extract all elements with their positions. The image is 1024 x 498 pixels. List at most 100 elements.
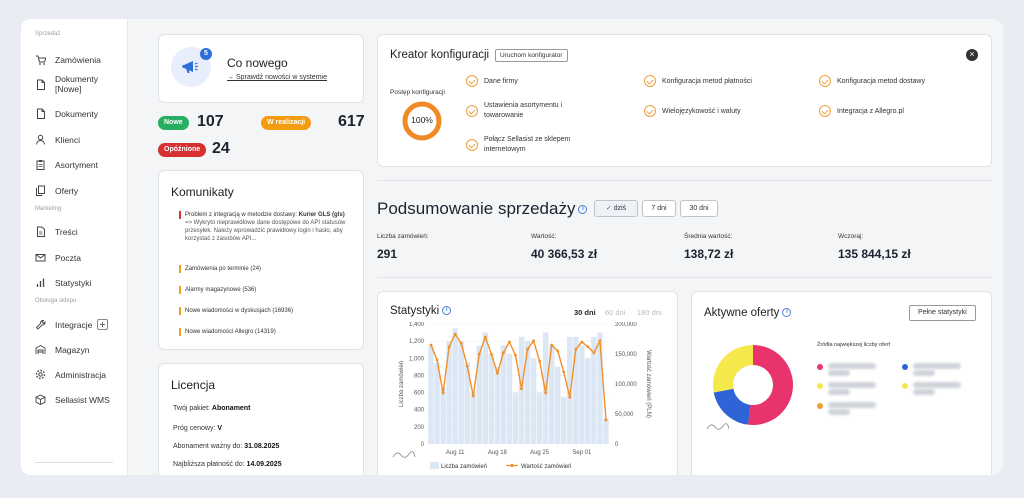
- clipboard-icon: [36, 160, 45, 170]
- status-badge-new[interactable]: Nowe: [158, 116, 189, 130]
- chart-point: [514, 353, 517, 357]
- blurred-legend-text: [913, 382, 961, 388]
- sidebar-item-asortyment[interactable]: Asortyment: [35, 159, 98, 170]
- info-icon[interactable]: i: [442, 306, 452, 316]
- chart-point: [447, 345, 451, 349]
- message-item[interactable]: Nowe wiadomości w dyskusjach (16936): [179, 307, 293, 315]
- message-lead: Problem z integracją w metodzie dostawy:: [185, 212, 299, 218]
- chart-point: [520, 387, 523, 391]
- chart-bar: [452, 328, 458, 444]
- license-row: Próg cenowy: V: [173, 425, 223, 432]
- message-item[interactable]: Nowe wiadomości Allegro (14319): [179, 328, 276, 336]
- add-integration-icon[interactable]: [97, 319, 109, 330]
- close-icon[interactable]: ×: [966, 49, 978, 61]
- message-item-integration[interactable]: Problem z integracją w metodzie dostawy:…: [179, 211, 347, 243]
- sidebar-item-administracja[interactable]: Administracja: [35, 369, 106, 380]
- stat-value: 291: [377, 247, 398, 261]
- range-180-days[interactable]: 180 dni: [637, 308, 662, 317]
- chart-bar: [518, 336, 525, 444]
- wizard-title: Kreator konfiguracji: [390, 49, 490, 61]
- info-icon[interactable]: i: [782, 308, 792, 318]
- message-item[interactable]: Zamówienia po terminie (24): [179, 265, 261, 273]
- filter-30-days[interactable]: 30 dni: [680, 200, 718, 217]
- wizard-step[interactable]: Ustawienia asortymentu i towarowanie: [484, 101, 584, 121]
- chart-point: [544, 391, 548, 395]
- sidebar-item-treści[interactable]: Treści: [35, 226, 78, 237]
- sidebar-item-label: Klienci: [55, 134, 81, 145]
- count-new: 107: [197, 113, 224, 130]
- sidebar-section-title: Sprzedaż: [35, 31, 61, 37]
- full-stats-button[interactable]: Pełne statystyki: [909, 305, 976, 321]
- sidebar-item-zamówienia[interactable]: Zamówienia: [35, 54, 101, 65]
- wizard-step[interactable]: Konfiguracja metod dostawy: [837, 77, 925, 87]
- chart-point: [495, 371, 499, 375]
- chart-point: [568, 395, 572, 399]
- wizard-step[interactable]: Połącz Sellasist ze sklepem internetowym: [484, 135, 594, 155]
- sidebar-section-title: Marketing: [35, 206, 62, 212]
- chart-bar: [512, 392, 519, 444]
- run-wizard-button[interactable]: Uruchom konfigurator: [495, 49, 568, 62]
- sidebar-item-label: Asortyment: [55, 159, 98, 170]
- sidebar-item-dokumenty[interactable]: Dokumenty: [35, 108, 98, 119]
- x-tick-label: Aug 25: [530, 450, 550, 456]
- sidebar-item-label: Treści: [55, 226, 78, 237]
- filter-7-days[interactable]: 7 dni: [642, 200, 676, 217]
- y-tick-label: 800: [414, 373, 425, 379]
- sidebar-item-label: Dokumenty [Nowe]: [55, 74, 98, 94]
- status-badge-delayed[interactable]: Opóźnione: [158, 143, 207, 157]
- bar-chart-icon: [36, 278, 45, 287]
- chart-point: [526, 347, 529, 351]
- y2-tick-label: 50,000: [615, 412, 634, 418]
- blurred-legend-text: [913, 363, 961, 369]
- sidebar-item-label: Statystyki: [55, 277, 92, 288]
- license-title: Licencja: [171, 378, 216, 392]
- chart-point: [502, 351, 505, 355]
- wizard-step[interactable]: Konfiguracja metod płatności: [662, 77, 752, 87]
- wizard-step[interactable]: Wielojęzykowość i waluty: [662, 107, 741, 117]
- step-done-icon: [466, 139, 478, 151]
- sidebar-item-statystyki[interactable]: Statystyki: [35, 277, 91, 288]
- chart-bar: [603, 418, 609, 444]
- chart-bar: [536, 392, 543, 444]
- news-link[interactable]: → Sprawdź nowości w systemie: [227, 74, 327, 81]
- news-card[interactable]: 5 Co nowego → Sprawdź nowości w systemie: [158, 34, 364, 103]
- status-badge-in-progress[interactable]: W realizacji: [261, 116, 312, 130]
- sidebar-item-label: Dokumenty: [55, 108, 98, 119]
- sidebar-item-integracje[interactable]: Integracje: [35, 319, 109, 330]
- donut-slice[interactable]: [747, 345, 793, 425]
- chart-point: [459, 341, 463, 345]
- chart-point: [471, 394, 475, 398]
- chart-bar: [579, 345, 585, 444]
- range-60-days[interactable]: 60 dni: [605, 308, 625, 317]
- wizard-step[interactable]: Dane firmy: [484, 77, 518, 87]
- sidebar-item-dokumenty-nowe[interactable]: Dokumenty [Nowe]: [35, 74, 98, 94]
- message-item[interactable]: Alarmy magazynowe (536): [179, 286, 256, 294]
- chart-bar: [428, 345, 434, 444]
- sidebar-item-sellasist-wms[interactable]: Sellasist WMS: [35, 394, 110, 405]
- donut-slice[interactable]: [713, 345, 753, 393]
- y-tick-label: 200: [414, 425, 425, 431]
- sparkline-icon: [707, 423, 729, 430]
- sidebar-item-magazyn[interactable]: Magazyn: [35, 344, 90, 355]
- range-30-days[interactable]: 30 dni: [574, 308, 596, 317]
- news-title: Co nowego: [227, 56, 288, 70]
- sidebar-item-poczta[interactable]: Poczta: [35, 252, 81, 263]
- sidebar-item-label: Oferty: [55, 185, 79, 196]
- stats-title: Statystyki i: [390, 305, 452, 317]
- sidebar-divider: [35, 462, 113, 463]
- wizard-step[interactable]: Integracja z Allegro.pl: [837, 107, 904, 117]
- filter-today[interactable]: ✓ dziś: [594, 200, 638, 217]
- blurred-legend-text: [828, 363, 876, 369]
- progress-label: Postęp konfiguracji: [390, 89, 445, 96]
- blurred-legend-text: [913, 370, 935, 376]
- chart-point: [574, 347, 578, 351]
- sidebar: Sprzedaż Zamówienia Dokumenty [Nowe] Dokume…: [21, 19, 128, 475]
- chart-point: [598, 339, 602, 343]
- sidebar-item-klienci[interactable]: Klienci: [35, 134, 80, 145]
- chart-point: [550, 343, 554, 347]
- sidebar-item-oferty[interactable]: Oferty: [35, 185, 78, 196]
- chart-point: [489, 352, 493, 356]
- chart-point: [586, 345, 590, 349]
- donut-slice[interactable]: [713, 388, 751, 425]
- info-icon[interactable]: i: [578, 205, 588, 215]
